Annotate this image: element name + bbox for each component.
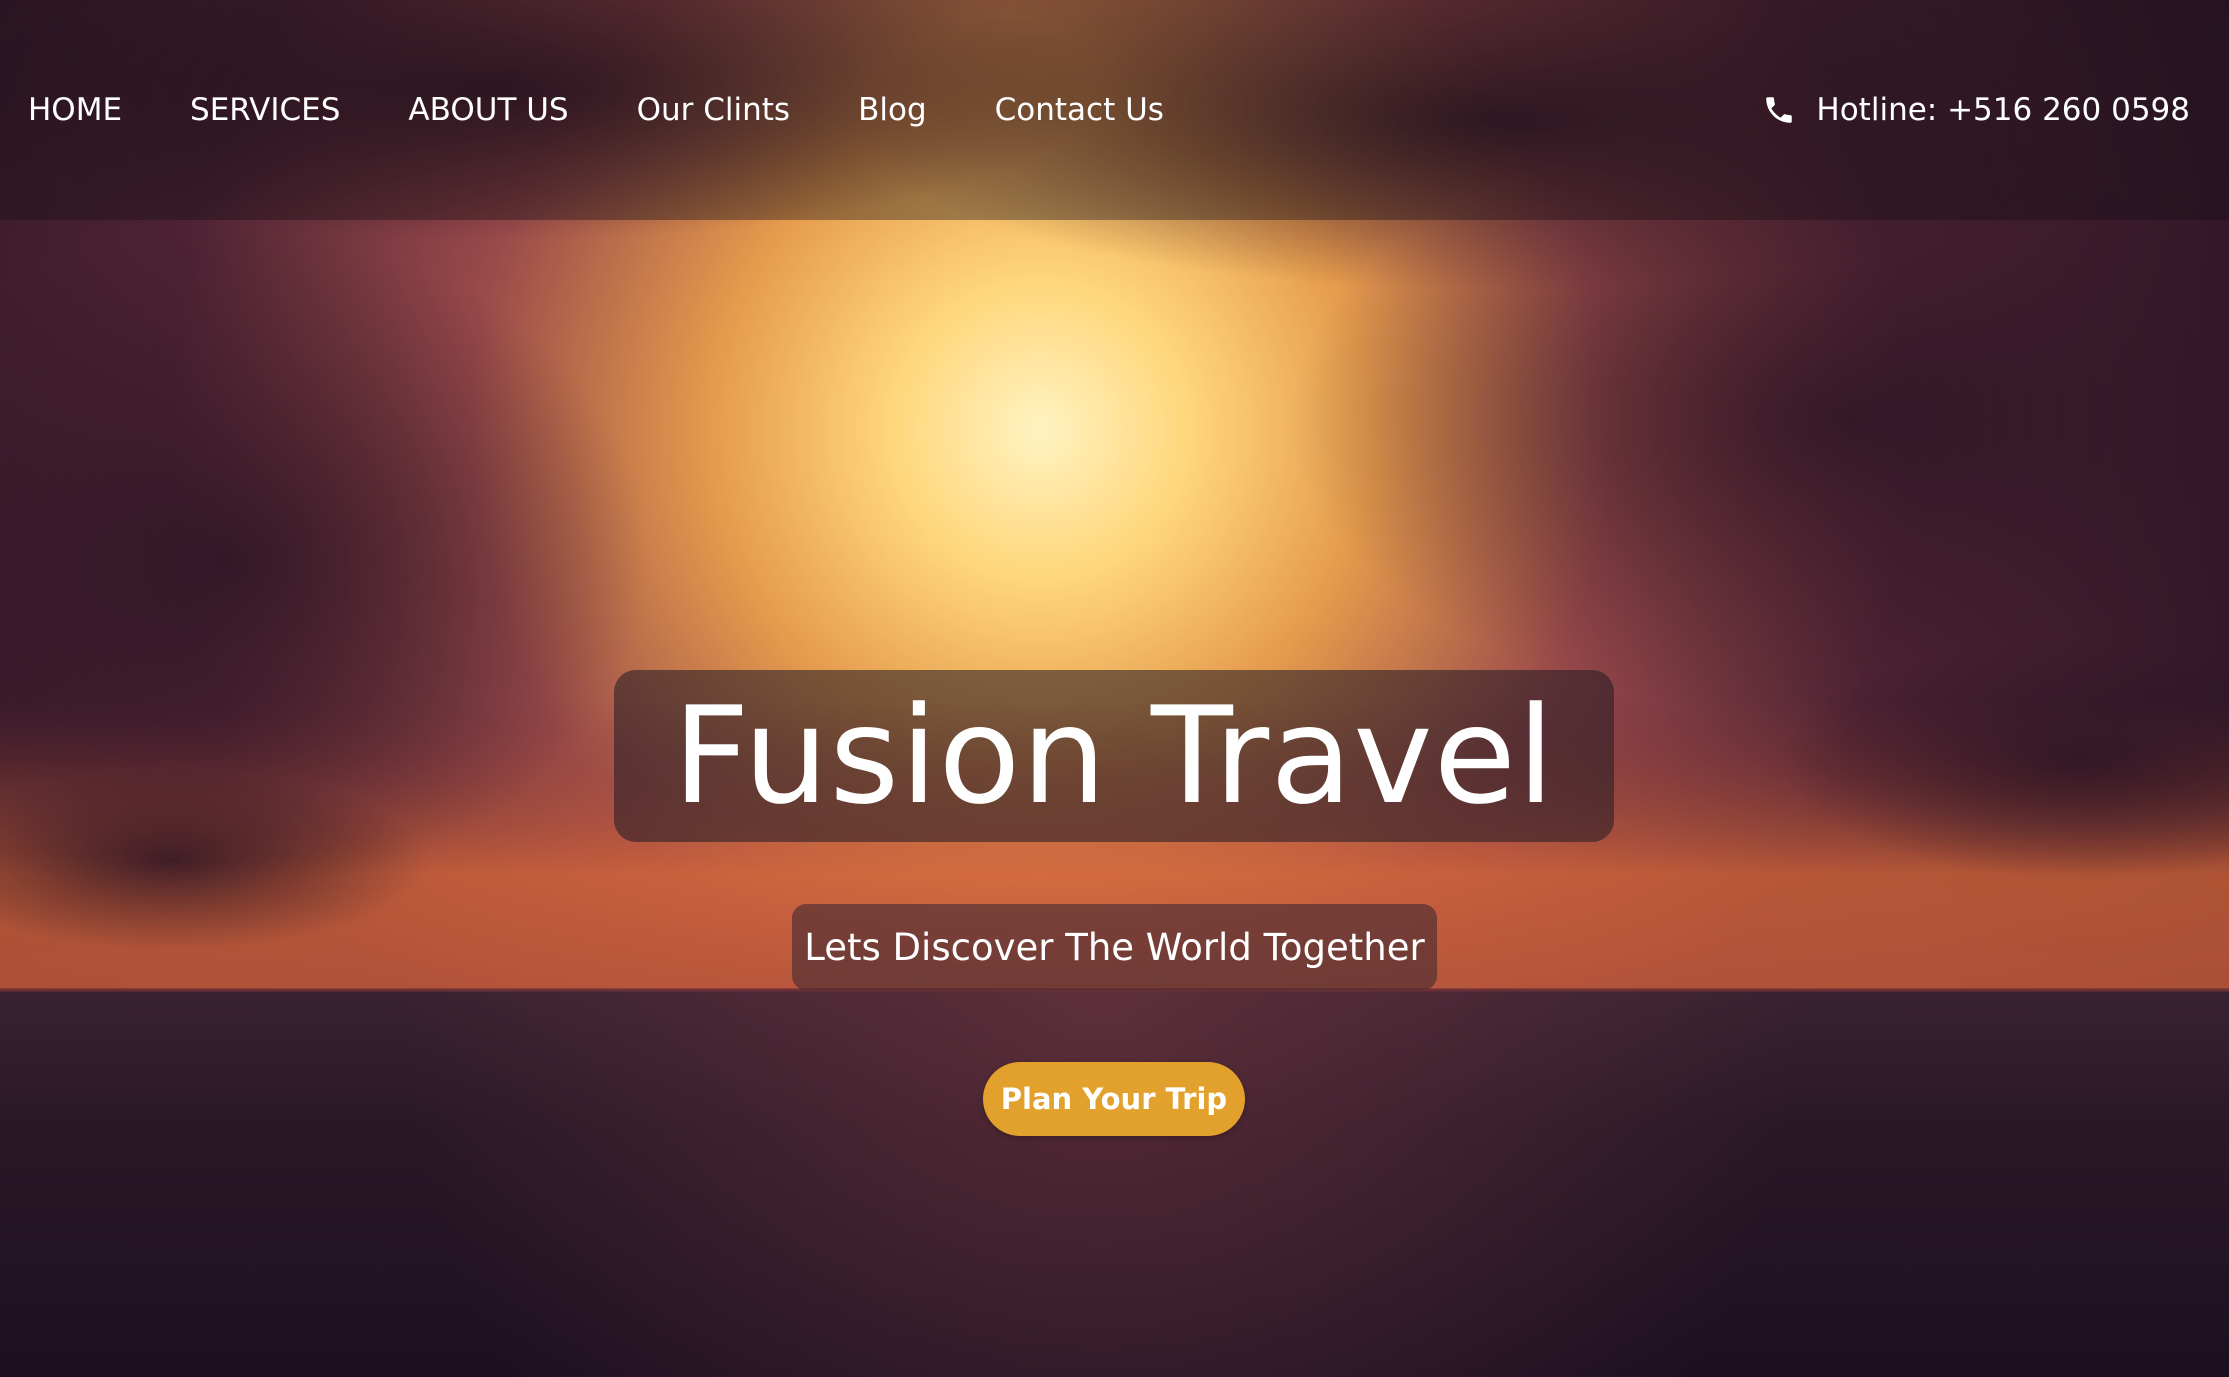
phone-icon [1766, 97, 1793, 123]
hotline-text: Hotline: +516 260 0598 [1816, 92, 2190, 128]
nav-item-about-us[interactable]: ABOUT US [408, 86, 568, 134]
hero-section: HOME SERVICES ABOUT US Our Clints Blog C… [0, 0, 2229, 1377]
plan-your-trip-button[interactable]: Plan Your Trip [983, 1062, 1245, 1136]
nav-item-home[interactable]: HOME [28, 86, 122, 134]
tagline: Lets Discover The World Together [804, 925, 1425, 969]
nav-item-contact-us[interactable]: Contact Us [995, 86, 1164, 134]
nav-item-services[interactable]: SERVICES [190, 86, 340, 134]
page-title: Fusion Travel [672, 678, 1556, 834]
tagline-box: Lets Discover The World Together [792, 904, 1437, 990]
nav-item-our-clients[interactable]: Our Clints [637, 86, 790, 134]
hotline[interactable]: Hotline: +516 260 0598 [1762, 86, 2190, 134]
title-box: Fusion Travel [614, 670, 1614, 842]
main-nav: HOME SERVICES ABOUT US Our Clints Blog C… [28, 86, 1232, 134]
nav-item-blog[interactable]: Blog [858, 86, 927, 134]
top-navigation-bar: HOME SERVICES ABOUT US Our Clints Blog C… [0, 0, 2229, 220]
